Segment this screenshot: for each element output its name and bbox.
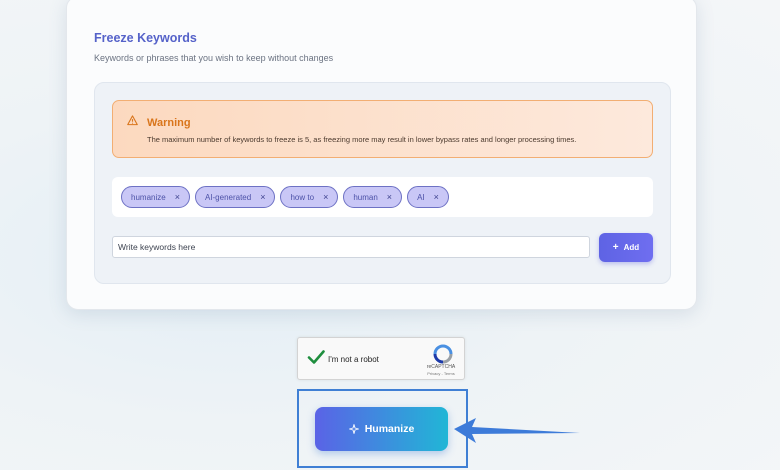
keyword-chip-label: human bbox=[353, 192, 378, 202]
remove-keyword-icon[interactable]: × bbox=[434, 192, 439, 202]
warning-triangle-icon bbox=[127, 115, 138, 126]
keywords-panel: Warning The maximum number of keywords t… bbox=[94, 82, 671, 284]
card-subtitle: Keywords or phrases that you wish to kee… bbox=[94, 53, 334, 63]
keyword-chip: human × bbox=[343, 186, 403, 208]
keyword-chip: how to × bbox=[280, 186, 339, 208]
captcha-label: I'm not a robot bbox=[328, 355, 379, 364]
keyword-chip-label: AI-generated bbox=[204, 192, 252, 202]
recaptcha-logo-icon bbox=[433, 344, 453, 364]
checkmark-icon[interactable] bbox=[307, 349, 325, 365]
remove-keyword-icon[interactable]: × bbox=[175, 192, 180, 202]
recaptcha-widget: I'm not a robot reCAPTCHA Privacy - Term… bbox=[297, 337, 465, 380]
add-button-label: Add bbox=[623, 243, 640, 252]
keyword-chip-label: AI bbox=[417, 192, 425, 202]
remove-keyword-icon[interactable]: × bbox=[260, 192, 265, 202]
keyword-chips: humanize × AI-generated × how to × human… bbox=[112, 177, 653, 217]
add-keyword-button[interactable]: + Add bbox=[599, 233, 653, 262]
keyword-input[interactable] bbox=[112, 236, 590, 258]
remove-keyword-icon[interactable]: × bbox=[387, 192, 392, 202]
warning-title: Warning bbox=[147, 117, 191, 129]
remove-keyword-icon[interactable]: × bbox=[323, 192, 328, 202]
freeze-keywords-card: Freeze Keywords Keywords or phrases that… bbox=[66, 0, 697, 310]
plus-icon: + bbox=[612, 242, 619, 253]
pointer-arrow-icon bbox=[454, 418, 580, 443]
captcha-brand: reCAPTCHA bbox=[426, 364, 456, 370]
humanize-button-label: Humanize bbox=[364, 423, 415, 435]
keyword-chip: AI × bbox=[407, 186, 449, 208]
warning-text: The maximum number of keywords to freeze… bbox=[147, 135, 577, 144]
keyword-chip-label: how to bbox=[290, 192, 315, 202]
sparkle-icon bbox=[348, 424, 359, 434]
card-title: Freeze Keywords bbox=[94, 31, 197, 45]
warning-banner: Warning The maximum number of keywords t… bbox=[112, 100, 653, 158]
humanize-button[interactable]: Humanize bbox=[315, 407, 448, 451]
keyword-chip-label: humanize bbox=[131, 192, 166, 202]
captcha-links[interactable]: Privacy - Terms bbox=[416, 371, 466, 376]
keyword-chip: humanize × bbox=[121, 186, 190, 208]
keyword-chip: AI-generated × bbox=[194, 186, 276, 208]
